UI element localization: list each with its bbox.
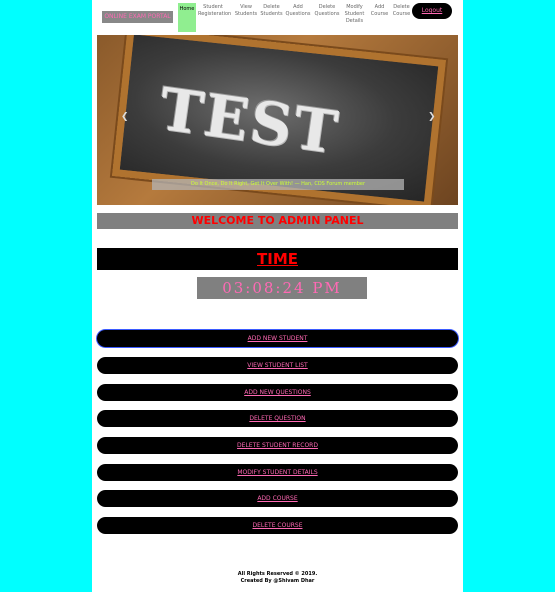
carousel-caption: Do It Once, Do It Right, Get It Over Wit… xyxy=(152,179,404,190)
nav-home[interactable]: Home xyxy=(178,3,196,32)
carousel-indicators xyxy=(263,195,295,197)
nav-label: Course xyxy=(370,11,389,17)
logout-button[interactable]: Logout xyxy=(412,3,452,19)
nav-add-course[interactable]: Add Course xyxy=(368,4,391,32)
nav-label: Add xyxy=(293,4,303,10)
nav-modify-student-details[interactable]: Modify Student Details xyxy=(342,4,367,32)
nav-label: Modify xyxy=(346,4,363,10)
nav-label: Home xyxy=(179,6,195,12)
add-new-student-button[interactable]: ADD NEW STUDENT xyxy=(97,330,458,347)
footer: All Rights Reserved © 2019. Created By @… xyxy=(92,571,463,585)
copyright-text: All Rights Reserved © 2019. xyxy=(237,571,318,577)
brand-logo[interactable]: ONLINE EXAM PORTAL xyxy=(102,11,173,23)
chevron-right-icon[interactable]: ❯ xyxy=(428,112,436,122)
view-student-list-button[interactable]: VIEW STUDENT LIST xyxy=(97,357,458,374)
nav-label: Add xyxy=(374,4,385,10)
nav-label: Details xyxy=(345,18,364,24)
delete-question-button[interactable]: DELETE QUESTION xyxy=(97,410,458,427)
nav-label: Registeration xyxy=(198,11,232,17)
chevron-left-icon[interactable]: ❮ xyxy=(121,112,129,122)
nav-student-registration[interactable]: Student Registeration xyxy=(198,4,232,32)
nav-label: Students xyxy=(234,11,258,17)
add-course-button[interactable]: ADD COURSE xyxy=(97,490,458,507)
clock-display: 03:08:24 PM xyxy=(197,277,367,299)
nav-view-students[interactable]: View Students xyxy=(233,4,259,32)
nav-label: Delete xyxy=(318,4,336,10)
nav-label: Student xyxy=(344,11,365,17)
nav-delete-questions[interactable]: Delete Questions xyxy=(313,4,341,32)
nav-delete-course[interactable]: Delete Course xyxy=(390,4,413,32)
image-carousel: TEST ❮ ❯ Do It Once, Do It Right, Get It… xyxy=(97,35,458,205)
author-credit: Created By @Shivam Dhar xyxy=(240,578,315,584)
page-container: ONLINE EXAM PORTAL Home Student Register… xyxy=(92,0,463,592)
delete-course-button[interactable]: DELETE COURSE xyxy=(97,517,458,534)
nav-label: Questions xyxy=(314,11,340,17)
welcome-banner: WELCOME TO ADMIN PANEL xyxy=(97,213,458,229)
nav-label: View xyxy=(240,4,252,10)
nav-label: Student xyxy=(203,4,223,10)
nav-label: Delete xyxy=(263,4,280,10)
delete-student-record-button[interactable]: DELETE STUDENT RECORD xyxy=(97,437,458,454)
modify-student-details-button[interactable]: MODIFY STUDENT DETAILS xyxy=(97,464,458,481)
nav-add-questions[interactable]: Add Questions xyxy=(284,4,312,32)
nav-label: Questions xyxy=(285,11,311,17)
nav-label: Students xyxy=(260,11,283,17)
time-heading: TIME xyxy=(97,248,458,270)
navbar: ONLINE EXAM PORTAL Home Student Register… xyxy=(92,0,463,34)
add-new-questions-button[interactable]: ADD NEW QUESTIONS xyxy=(97,384,458,401)
nav-delete-students[interactable]: Delete Students xyxy=(258,4,285,32)
nav-label: Course xyxy=(392,11,411,17)
nav-label: Delete xyxy=(393,4,410,10)
